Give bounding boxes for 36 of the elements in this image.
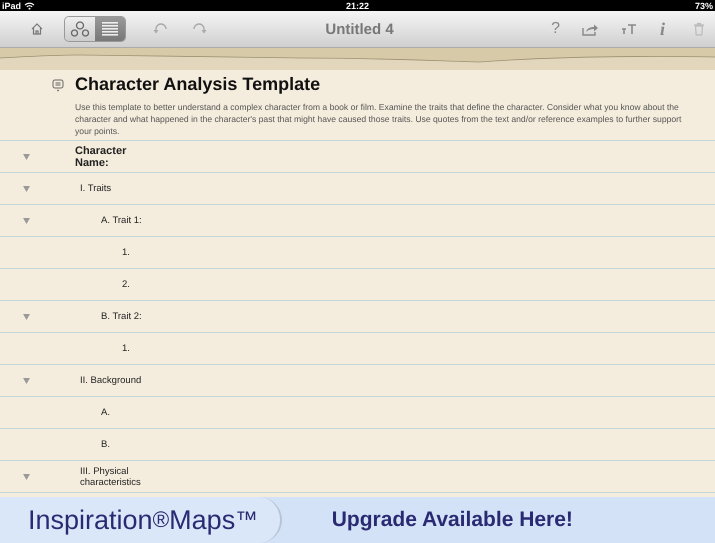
device-name: iPad [2,0,22,10]
collapse-triangle-icon[interactable] [23,474,30,480]
outline-topic[interactable]: 1. [117,343,130,354]
outline-view-button[interactable] [95,17,125,41]
collapse-triangle-icon[interactable] [23,154,30,160]
text-size-icon[interactable] [620,23,639,35]
collapse-triangle-icon[interactable] [23,378,30,384]
outline-topic[interactable]: 2. [117,279,130,290]
undo-icon[interactable] [153,23,169,35]
field-label[interactable]: Character Name: [75,144,145,168]
outline-topic[interactable]: B. [96,439,110,450]
outline-topic[interactable]: II. Background [75,375,142,386]
outline-topic[interactable]: 1. [117,247,130,258]
collapse-triangle-icon[interactable] [23,186,30,192]
collapse-triangle-icon[interactable] [23,218,30,224]
document-title: Untitled 4 [324,20,395,38]
upgrade-link[interactable]: Upgrade Available Here! [332,508,573,532]
battery-level: 73% [694,0,713,10]
redo-icon[interactable] [191,23,207,35]
clock: 21:22 [346,0,370,10]
wifi-icon [24,2,36,10]
outline-topic[interactable]: III. Physical characteristics [75,466,164,488]
collapse-triangle-icon[interactable] [23,314,30,320]
trash-icon[interactable] [693,22,705,36]
share-icon[interactable] [580,22,599,36]
home-icon[interactable] [30,22,44,36]
note-icon[interactable] [52,79,64,92]
template-description: Use this template to better understand a complex character from a book or film. Examine the traits that define the character. Consider what you know about the character and what happened in the character's past that might have caused those traits. Use quotes from the text and/or reference examples to further support your points. [75,101,682,137]
outline-topic[interactable]: B. Trait 2: [96,311,142,322]
template-title: Character Analysis Template [75,74,322,95]
outline-topic[interactable]: A. Trait 1: [96,215,142,226]
diagram-icon [70,21,90,37]
diagram-view-button[interactable] [65,17,95,41]
outline-topic[interactable]: I. Traits [75,183,112,194]
list-icon [101,21,119,37]
outline-topic[interactable]: A. [96,407,110,418]
